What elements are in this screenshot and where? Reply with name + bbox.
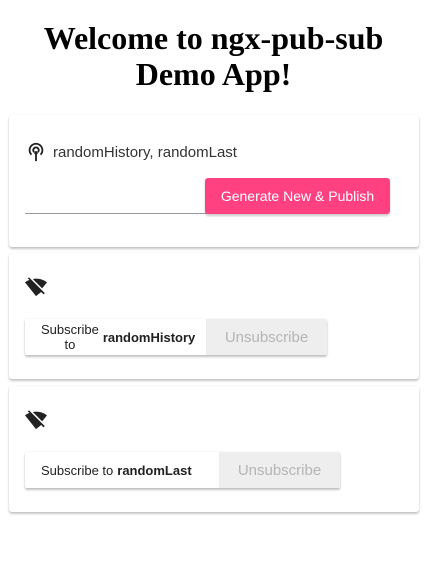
unsubscribe-button[interactable]: Unsubscribe <box>219 452 340 488</box>
subscribe-prefix: Subscribe to <box>41 322 99 352</box>
page-title: Welcome to ngx-pub-sub Demo App! <box>43 20 384 92</box>
channel-name: randomHistory <box>102 329 196 345</box>
publish-header: randomHistory, randomLast <box>25 141 237 163</box>
subscription-controls: Subscribe to randomHistory Unsubscribe <box>25 319 327 355</box>
generate-publish-button[interactable]: Generate New & Publish <box>205 178 390 214</box>
subscribe-button[interactable]: Subscribe to randomHistory <box>25 319 206 355</box>
broadcast-icon <box>28 142 44 162</box>
subscriber-card-random-last: Subscribe to randomLast Unsubscribe <box>9 386 419 512</box>
channels-label: randomHistory, randomLast <box>53 143 237 161</box>
unsubscribe-button[interactable]: Unsubscribe <box>206 319 327 355</box>
subscription-controls: Subscribe to randomLast Unsubscribe <box>25 452 340 488</box>
subscriber-card-random-history: Subscribe to randomHistory Unsubscribe <box>9 253 419 379</box>
publish-input[interactable] <box>25 193 207 214</box>
subscribe-prefix: Subscribe to <box>41 462 114 478</box>
signal-off-icon <box>25 277 47 297</box>
publish-card: randomHistory, randomLast Generate New &… <box>9 115 419 247</box>
subscribe-button[interactable]: Subscribe to randomLast <box>25 452 219 488</box>
channel-name: randomLast <box>117 462 192 478</box>
signal-off-icon <box>25 410 47 430</box>
